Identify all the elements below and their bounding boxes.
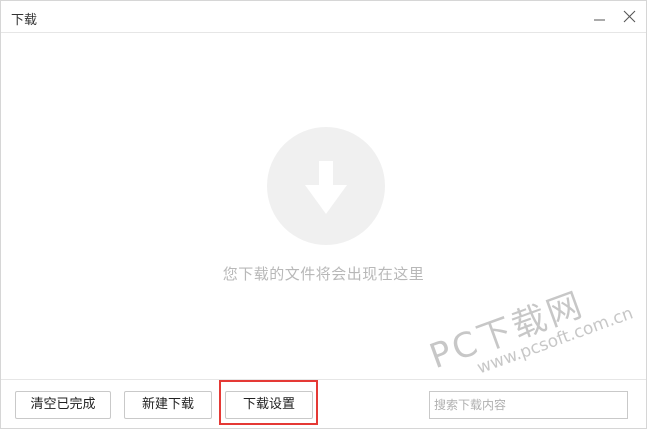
empty-state: 您下载的文件将会出现在这里: [1, 33, 646, 378]
new-download-button[interactable]: 新建下载: [124, 391, 212, 419]
search-input[interactable]: [429, 391, 628, 419]
clear-completed-button[interactable]: 清空已完成: [15, 391, 111, 419]
minimize-button[interactable]: [590, 7, 610, 27]
window-title: 下载: [11, 13, 38, 28]
footer-toolbar: 清空已完成 新建下载 下载设置: [1, 379, 646, 428]
close-button[interactable]: [620, 7, 640, 27]
close-icon: [623, 10, 636, 23]
download-window: 下载 您下载的文件将会出现在这里 清空已完成 新建下载 下载设置 搜索下载内容 …: [0, 0, 647, 429]
download-settings-button[interactable]: 下载设置: [225, 391, 313, 419]
download-arrow-icon: [267, 127, 385, 245]
title-bar: 下载: [1, 1, 646, 33]
minimize-icon: [594, 19, 605, 21]
empty-state-message: 您下载的文件将会出现在这里: [222, 265, 425, 283]
